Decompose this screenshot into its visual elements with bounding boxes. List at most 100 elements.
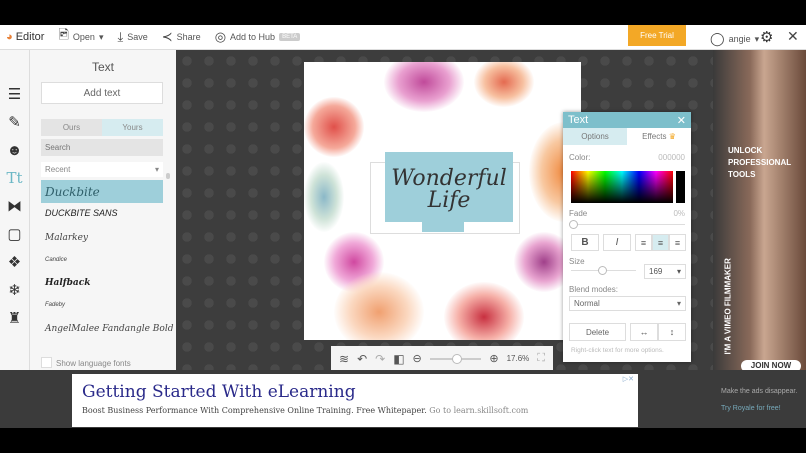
tab-options[interactable]: Options [563, 128, 627, 145]
chevron-down-icon: ▾ [676, 267, 681, 276]
tool-sidebar: ☰ ✎ ☻ Tt ⧓ ▢ ❖ ❄ ♜ [0, 50, 30, 370]
frame-icon[interactable]: ▢ [0, 220, 29, 248]
share-button[interactable]: ≺ Share [162, 29, 201, 45]
flip-vertical-button[interactable]: ↕ [658, 323, 686, 341]
user-menu[interactable]: ◯ angie ▾ [710, 31, 759, 47]
hint-text: Right-click text for more options. [571, 347, 664, 354]
ad-vertical-text: I'M A VIMEO FILMMAKER [723, 258, 733, 355]
align-right-button[interactable]: ≡ [669, 234, 686, 251]
fade-label: Fade [569, 209, 588, 218]
font-search-input[interactable] [41, 139, 163, 156]
texture-icon[interactable]: ❖ [0, 248, 29, 276]
font-item[interactable]: Fadeby [45, 302, 65, 308]
face-icon[interactable]: ☻ [0, 136, 29, 164]
try-royale-link[interactable]: Try Royale for free! [721, 405, 801, 412]
flower-decoration [384, 62, 464, 112]
font-item: Duckbite [45, 185, 100, 199]
color-value[interactable]: 000000 [658, 153, 685, 162]
tab-ours[interactable]: Ours [41, 119, 102, 136]
delete-button[interactable]: Delete [569, 323, 626, 341]
share-label: Share [176, 32, 201, 42]
panel-header: Text ✕ [563, 112, 691, 128]
layers-icon[interactable]: ≋ [339, 352, 349, 366]
editor-logo[interactable]: ◕ Editor [6, 31, 44, 43]
text-tool-icon[interactable]: Tt [0, 164, 29, 192]
canvas-text[interactable]: Wonderful Life [385, 168, 513, 212]
font-item[interactable]: Halfback [45, 278, 90, 288]
add-text-button[interactable]: Add text [41, 82, 163, 104]
size-input[interactable]: 169 ▾ [644, 264, 686, 279]
banner-advertisement[interactable]: Getting Started With eLearning Boost Bus… [72, 374, 638, 427]
redo-icon[interactable]: ↷ [375, 352, 385, 366]
app-name: Editor [15, 31, 45, 43]
blend-value: Normal [574, 299, 600, 308]
settings-icon[interactable]: ⚙ [760, 28, 773, 46]
adjust-icon[interactable]: ☰ [0, 80, 29, 108]
ad-choices-icon[interactable]: ▷✕ [623, 375, 634, 383]
size-label: Size [569, 257, 585, 266]
font-list-scrollbar[interactable] [166, 168, 170, 348]
share-icon: ≺ [161, 29, 173, 44]
ad-title[interactable]: Getting Started With eLearning [82, 382, 356, 402]
chevron-down-icon: ▾ [154, 165, 159, 174]
color-label: Color: [569, 153, 591, 162]
align-left-button[interactable]: ≡ [635, 234, 652, 251]
close-icon[interactable]: ✕ [677, 114, 686, 127]
fullscreen-icon[interactable]: ⛶ [537, 352, 545, 365]
logo-icon: ◕ [6, 31, 13, 43]
open-button[interactable]: 🖻 Open ▾ [58, 26, 103, 48]
save-label: Save [127, 32, 148, 42]
font-item[interactable]: Candice [45, 257, 67, 263]
tab-effects[interactable]: Effects ♛ [627, 128, 691, 145]
save-icon: ⤓ [117, 29, 124, 44]
font-item[interactable]: AngelMalee Fandangle Bold [45, 324, 173, 334]
butterfly-icon[interactable]: ⧓ [0, 192, 29, 220]
beta-tool-icon[interactable]: ♜ [0, 304, 29, 332]
undo-icon[interactable]: ↶ [357, 352, 367, 366]
zoom-value: 17.6% [506, 354, 530, 363]
ad-body-text: Boost Business Performance With Comprehe… [82, 406, 427, 415]
zoom-in-icon[interactable]: ⊕ [489, 352, 498, 365]
zoom-out-icon[interactable]: ⊖ [413, 352, 422, 365]
show-language-fonts-checkbox[interactable] [41, 357, 52, 368]
side-advertisement[interactable]: UNLOCK PROFESSIONAL TOOLS I'M A VIMEO FI… [713, 50, 806, 372]
align-center-button[interactable]: ≡ [652, 234, 669, 251]
save-button[interactable]: ⤓ Save [117, 29, 147, 45]
user-icon: ◯ [710, 31, 725, 46]
flip-horizontal-button[interactable]: ↔ [630, 323, 658, 341]
bold-button[interactable]: B [571, 234, 599, 251]
fade-value: 0% [673, 209, 685, 218]
flower-decoration [334, 272, 424, 340]
ad-body: Boost Business Performance With Comprehe… [82, 406, 528, 415]
tab-yours[interactable]: Yours [102, 119, 163, 136]
close-icon[interactable]: ✕ [787, 28, 799, 45]
color-picker[interactable] [571, 171, 673, 203]
fade-slider-handle[interactable] [569, 220, 578, 229]
fade-slider[interactable] [571, 224, 685, 225]
snowflake-icon[interactable]: ❄ [0, 276, 29, 304]
blend-mode-select[interactable]: Normal ▾ [569, 296, 686, 311]
italic-button[interactable]: I [603, 234, 631, 251]
flower-decoration [304, 97, 364, 157]
compare-icon[interactable]: ◧ [393, 352, 404, 366]
chevron-down-icon: ▾ [676, 299, 681, 308]
ad-link[interactable]: Go to learn.skillsoft.com [429, 406, 528, 415]
font-item[interactable]: Malarkey [45, 233, 88, 243]
show-language-fonts-label: Show language fonts [56, 359, 131, 368]
flower-decoration [444, 282, 524, 340]
size-slider-handle[interactable] [598, 266, 607, 275]
effects-label: Effects [642, 132, 667, 141]
text-panel: Text Add text Ours Yours Recent ▾ Duckbit… [30, 50, 176, 370]
blend-label: Blend modes: [569, 285, 618, 294]
zoom-slider-handle[interactable] [451, 353, 462, 364]
beta-badge: BETA [279, 33, 301, 41]
headphones-icon: ◎ [214, 29, 227, 44]
panel-title: Text [91, 60, 114, 74]
magic-wand-icon[interactable]: ✎ [0, 108, 29, 136]
add-to-hub-button[interactable]: ◎ Add to Hub BETA [215, 29, 301, 45]
font-filter-select[interactable]: Recent ▾ [41, 162, 163, 177]
free-trial-button[interactable]: Free Trial [628, 25, 686, 46]
font-item[interactable]: DUCKBITE SANS [45, 208, 118, 218]
filter-value: Recent [45, 165, 71, 174]
zoom-slider[interactable] [429, 353, 482, 364]
